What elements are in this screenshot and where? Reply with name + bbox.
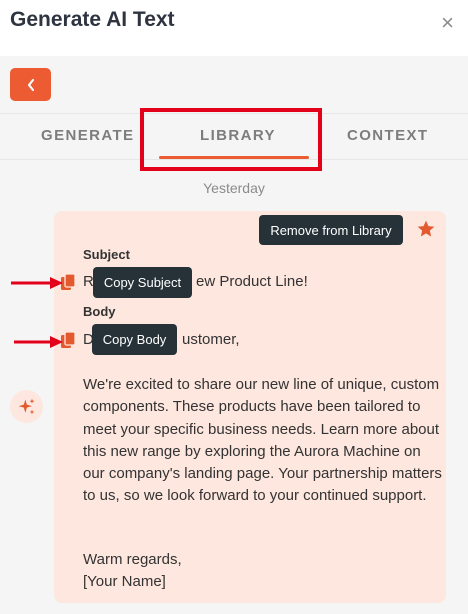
annotation-highlight-box: [140, 108, 322, 171]
greeting-text-end: ustomer,: [182, 331, 240, 348]
dialog-header: Generate AI Text ×: [0, 0, 468, 56]
sparkle-icon: [18, 398, 34, 414]
body-label: Body: [83, 304, 116, 319]
signature-text: [Your Name]: [83, 573, 166, 590]
annotation-arrow-body: [14, 336, 63, 348]
dialog-title: Generate AI Text: [10, 8, 175, 31]
signoff-text: Warm regards,: [83, 551, 182, 568]
back-button[interactable]: [10, 68, 51, 101]
annotation-arrow-subject: [11, 277, 63, 289]
chevron-left-icon: [27, 78, 34, 91]
subject-label: Subject: [83, 247, 130, 262]
copy-subject-tooltip: Copy Subject: [93, 267, 192, 298]
date-group-label: Yesterday: [203, 180, 265, 196]
star-icon[interactable]: [416, 219, 436, 244]
subject-text-end: ew Product Line!: [196, 273, 308, 290]
copy-body-tooltip: Copy Body: [92, 324, 177, 355]
remove-from-library-button[interactable]: Remove from Library: [259, 215, 403, 245]
tab-generate[interactable]: GENERATE: [41, 127, 134, 144]
body-paragraph: We're excited to share our new line of u…: [83, 376, 442, 505]
close-icon[interactable]: ×: [441, 10, 454, 36]
generate-sparkle-button[interactable]: [10, 390, 43, 423]
tab-context[interactable]: CONTEXT: [347, 127, 428, 144]
